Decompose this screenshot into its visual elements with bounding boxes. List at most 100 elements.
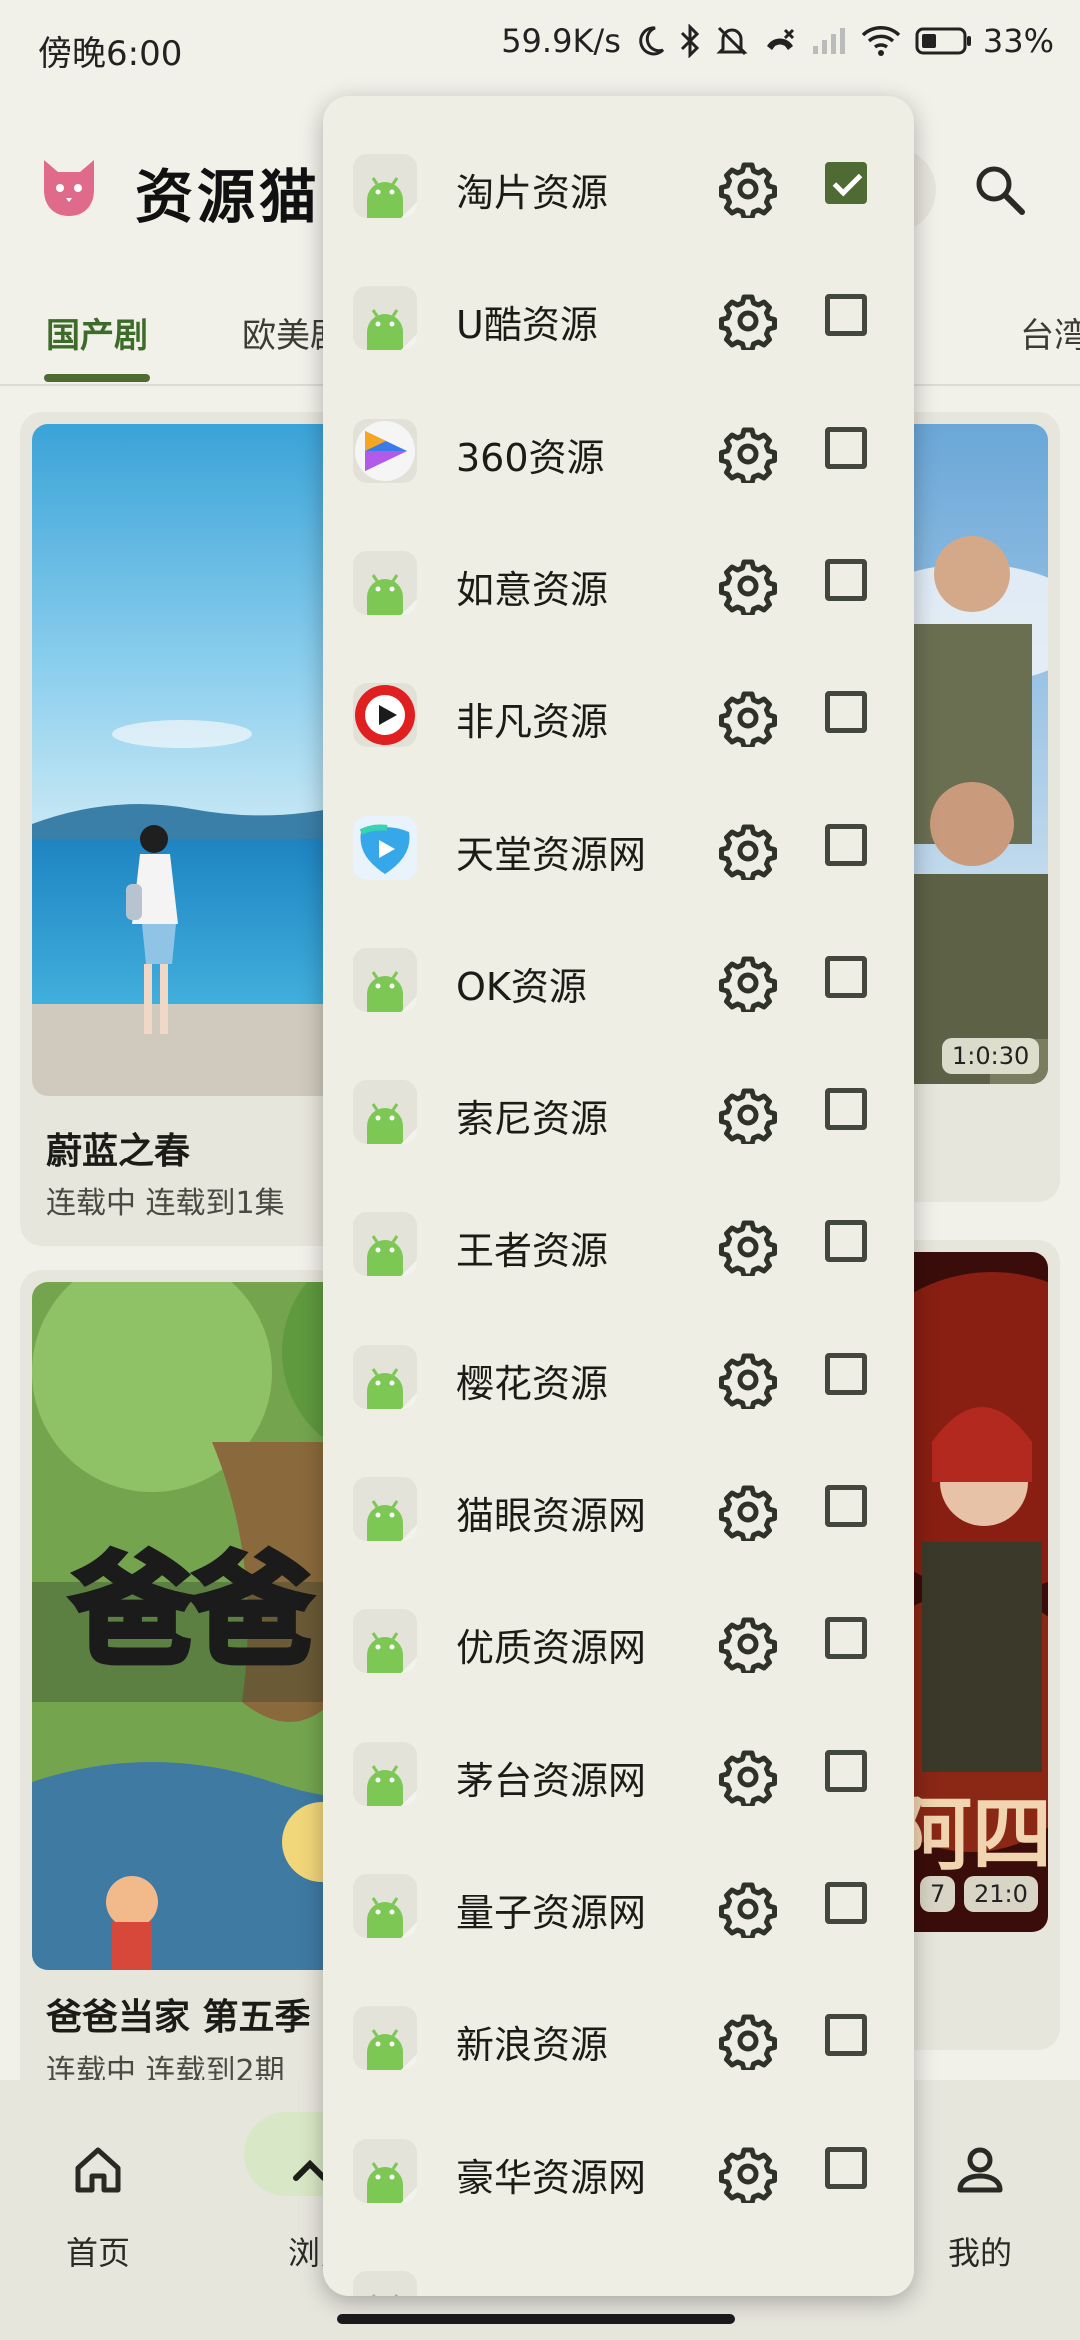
duration-badge: 1:0:30: [942, 1038, 1040, 1074]
source-label: 王者资源: [456, 1229, 609, 1274]
gear-icon: [719, 1088, 777, 1147]
gesture-handle: [337, 2314, 735, 2324]
source-settings-button[interactable]: [719, 292, 777, 354]
source-menu-item[interactable]: 索尼资源: [323, 1048, 914, 1180]
source-menu-item[interactable]: 优质资源网: [323, 1577, 914, 1709]
source-settings-button[interactable]: [719, 160, 777, 222]
status-bar: 傍晚6:00 59.9K/s 33%: [0, 0, 1080, 96]
source-checkbox[interactable]: [825, 294, 867, 337]
source-checkbox[interactable]: [825, 823, 867, 866]
source-checkbox[interactable]: [825, 1220, 867, 1263]
battery-icon: [915, 27, 971, 55]
source-settings-button[interactable]: [719, 1748, 777, 1810]
cat-logo-icon: [36, 154, 102, 226]
source-checkbox[interactable]: [825, 2146, 867, 2189]
source-menu-item[interactable]: 量子资源网: [323, 1842, 914, 1974]
source-checkbox[interactable]: [825, 1088, 867, 1131]
source-menu-item[interactable]: 360资源: [323, 387, 914, 519]
android-icon: [353, 2138, 417, 2203]
gear-icon: [719, 2147, 777, 2205]
source-settings-button[interactable]: [719, 1218, 777, 1280]
source-settings-button[interactable]: [719, 689, 777, 751]
bluetooth-icon: [679, 24, 701, 58]
nav-profile[interactable]: [910, 2140, 1050, 2204]
gear-icon: [719, 691, 777, 750]
source-menu-item[interactable]: 猫眼资源网: [323, 1445, 914, 1577]
source-checkbox[interactable]: [825, 1352, 867, 1395]
status-time: 傍晚6:00: [38, 34, 183, 74]
source-checkbox[interactable]: [825, 1881, 867, 1924]
card-subtitle: 连载中 连载到1集: [46, 1186, 285, 1221]
source-menu-item[interactable]: 王者资源: [323, 1180, 914, 1312]
gear-icon: [719, 427, 777, 486]
source-menu-item-partial[interactable]: [323, 2239, 914, 2296]
source-label: 天堂资源网: [456, 832, 647, 877]
source-menu-item[interactable]: 新浪资源: [323, 1974, 914, 2106]
source-menu-item[interactable]: 天堂资源网: [323, 784, 914, 916]
source-settings-button[interactable]: [719, 557, 777, 619]
search-icon[interactable]: [970, 160, 1030, 224]
source-menu-item[interactable]: 非凡资源: [323, 651, 914, 783]
source-checkbox[interactable]: [825, 2014, 867, 2057]
tab-guochanju[interactable]: 国产剧: [46, 308, 148, 357]
tab-taiwanju[interactable]: 台湾剧: [1020, 308, 1080, 357]
source-menu-item[interactable]: 如意资源: [323, 519, 914, 651]
signal-icon: [811, 26, 847, 56]
source-settings-button[interactable]: [719, 2012, 777, 2074]
duration-badge: 21:0: [964, 1876, 1038, 1912]
source-settings-button[interactable]: [719, 1615, 777, 1677]
source-checkbox[interactable]: [825, 1617, 867, 1660]
source-label: 如意资源: [456, 567, 609, 612]
source-menu-item[interactable]: 淘片资源: [323, 122, 914, 254]
source-checkbox[interactable]: [825, 1485, 867, 1527]
source-settings-button[interactable]: [719, 1880, 777, 1942]
android-icon: [353, 1080, 417, 1145]
source-menu-item[interactable]: 茅台资源网: [323, 1710, 914, 1842]
source-settings-button[interactable]: [719, 1483, 777, 1545]
source-label: U酷资源: [456, 303, 598, 348]
gear-icon: [719, 294, 777, 353]
source-settings-button[interactable]: [719, 2145, 777, 2207]
android-icon: [353, 1477, 417, 1541]
source-checkbox[interactable]: [825, 955, 867, 998]
android-icon: [353, 1609, 417, 1674]
source-checkbox[interactable]: [825, 558, 867, 601]
person-icon: [957, 2147, 1003, 2193]
source-checkbox[interactable]: [825, 1749, 867, 1792]
source-settings-button[interactable]: [719, 1351, 777, 1413]
source-checkbox[interactable]: [825, 426, 867, 469]
source-settings-button[interactable]: [719, 425, 777, 487]
play-360-icon: [353, 418, 417, 483]
home-icon: [75, 2147, 121, 2193]
gear-icon: [719, 162, 777, 221]
card-title: 蔚蓝之春: [46, 1131, 191, 1172]
android-icon: [353, 2270, 417, 2296]
gear-icon: [719, 824, 777, 882]
source-checkbox[interactable]: [825, 691, 867, 734]
bell-off-icon: [715, 24, 749, 58]
call-blocked-icon: [763, 24, 797, 58]
android-icon: [353, 947, 417, 1012]
source-menu-item[interactable]: U酷资源: [323, 254, 914, 386]
nav-home[interactable]: [28, 2140, 168, 2204]
android-icon: [353, 2006, 417, 2071]
source-menu-item[interactable]: OK资源: [323, 916, 914, 1048]
wifi-icon: [861, 25, 901, 57]
gear-icon: [719, 1485, 777, 1544]
source-menu-item[interactable]: 樱花资源: [323, 1313, 914, 1445]
source-settings-button[interactable]: [719, 954, 777, 1016]
gear-icon: [719, 559, 777, 618]
source-settings-button[interactable]: [719, 1086, 777, 1148]
card-title: 爸爸当家 第五季: [46, 1997, 311, 2038]
gear-icon: [719, 956, 777, 1015]
source-label: 樱花资源: [456, 1361, 609, 1406]
svg-text:阿四: 阿四: [892, 1787, 1048, 1881]
episode-badge: 7: [920, 1876, 956, 1912]
source-checkbox[interactable]: [825, 162, 867, 204]
nav-home-label: 首页: [66, 2234, 131, 2272]
source-settings-button[interactable]: [719, 822, 777, 884]
gear-icon: [719, 1353, 777, 1412]
gear-icon: [719, 2014, 777, 2073]
source-menu-item[interactable]: 豪华资源网: [323, 2107, 914, 2239]
android-icon: [353, 154, 417, 218]
